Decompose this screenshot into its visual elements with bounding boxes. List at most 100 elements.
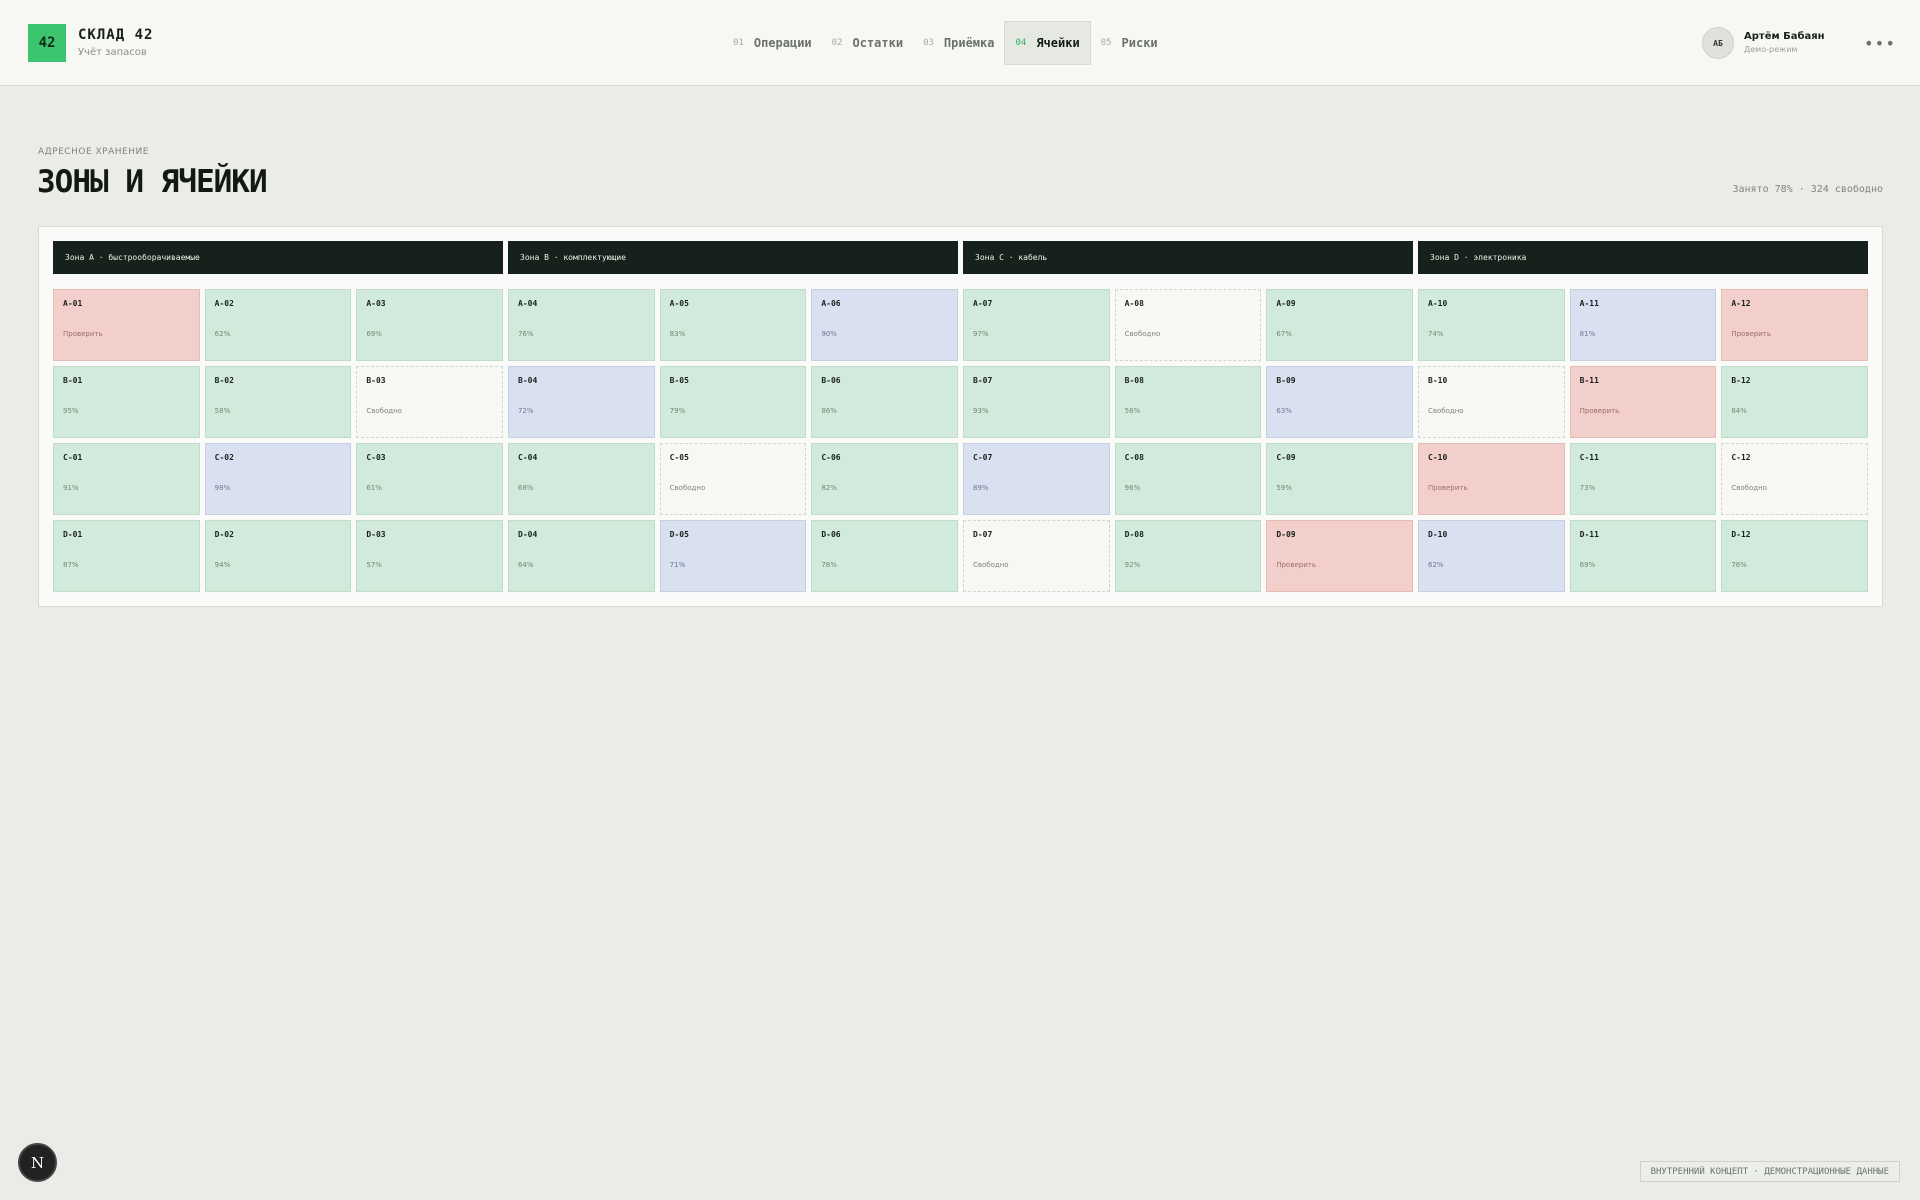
storage-cell[interactable]: C-06 82% — [811, 443, 958, 515]
cell-id: C-02 — [214, 453, 234, 462]
cell-id: A-02 — [214, 299, 234, 308]
storage-cell[interactable]: C-05 Свободно — [659, 443, 807, 515]
cell-fill-value: 64% — [518, 561, 534, 569]
storage-cell[interactable]: B-11 Проверить — [1569, 366, 1717, 438]
storage-cell[interactable]: A-05 83% — [659, 289, 807, 361]
storage-cell[interactable]: D-06 78% — [811, 520, 958, 592]
cell-id: B-10 — [1428, 376, 1448, 385]
storage-cell[interactable]: D-03 57% — [356, 520, 503, 592]
storage-cell[interactable]: A-09 67% — [1266, 289, 1413, 361]
storage-cell[interactable]: D-04 64% — [508, 520, 655, 592]
storage-cell[interactable]: A-01 Проверить — [53, 289, 200, 361]
cell-id: A-06 — [821, 299, 841, 308]
cell-id: D-02 — [214, 530, 234, 539]
avatar[interactable]: АБ — [1702, 27, 1734, 59]
cell-id: C-09 — [1276, 453, 1296, 462]
brand-subtitle: Учёт запасов — [78, 47, 147, 58]
nav-item-risks[interactable]: 05 Риски — [1091, 21, 1168, 65]
storage-cell[interactable]: D-02 94% — [204, 520, 352, 592]
cell-fill-value: 67% — [1276, 330, 1292, 338]
storage-cell[interactable]: A-06 90% — [811, 289, 958, 361]
cell-fill-value: 81% — [1579, 330, 1596, 338]
cell-id: C-10 — [1428, 453, 1448, 462]
cell-id: D-12 — [1731, 530, 1751, 539]
dev-tools-button[interactable]: N — [18, 1143, 57, 1182]
cell-fill-value: 68% — [518, 484, 534, 492]
storage-cell[interactable]: B-06 86% — [811, 366, 958, 438]
top-bar: 42 СКЛАД 42 Учёт запасов 01 Операции 02 … — [0, 0, 1920, 86]
cell-id: B-07 — [973, 376, 993, 385]
zone-header-b: Зона B · комплектующие — [508, 241, 958, 274]
storage-cell[interactable]: B-05 79% — [659, 366, 807, 438]
cell-fill-value: 59% — [1276, 484, 1292, 492]
nav-item-cells[interactable]: 04 Ячейки — [1004, 21, 1091, 65]
cell-id: B-02 — [214, 376, 234, 385]
storage-cell[interactable]: C-04 68% — [508, 443, 655, 515]
storage-cell[interactable]: A-12 Проверить — [1721, 289, 1868, 361]
storage-cell[interactable]: A-08 Свободно — [1114, 289, 1262, 361]
storage-cell[interactable]: C-09 59% — [1266, 443, 1413, 515]
storage-cell[interactable]: A-04 76% — [508, 289, 655, 361]
storage-cell[interactable]: D-11 69% — [1569, 520, 1717, 592]
cell-id: A-09 — [1276, 299, 1296, 308]
occupancy-summary: Занято 78% · 324 свободно — [1732, 184, 1883, 195]
storage-cell[interactable]: D-07 Свободно — [963, 520, 1110, 592]
main-nav: 01 Операции 02 Остатки 03 Приёмка 04 Яче… — [723, 21, 1168, 65]
storage-cell[interactable]: C-08 96% — [1114, 443, 1262, 515]
storage-cell[interactable]: C-10 Проверить — [1418, 443, 1565, 515]
cell-fill-value: 57% — [366, 561, 382, 569]
cell-id: D-03 — [366, 530, 386, 539]
logo[interactable]: 42 — [28, 24, 66, 62]
storage-cell[interactable]: D-08 92% — [1114, 520, 1262, 592]
storage-cell[interactable]: B-04 72% — [508, 366, 655, 438]
nav-item-receiving[interactable]: 03 Приёмка — [913, 21, 1004, 65]
nav-label: Операции — [753, 36, 812, 50]
storage-cell[interactable]: B-03 Свободно — [356, 366, 503, 438]
cell-fill-value: 62% — [1428, 561, 1444, 569]
storage-cell[interactable]: C-01 91% — [53, 443, 200, 515]
cell-fill-value: 69% — [366, 330, 382, 338]
storage-cell[interactable]: B-07 93% — [963, 366, 1110, 438]
storage-cell[interactable]: A-10 74% — [1418, 289, 1565, 361]
storage-cell[interactable]: C-11 73% — [1569, 443, 1717, 515]
storage-cell[interactable]: D-10 62% — [1418, 520, 1565, 592]
nav-number: 05 — [1100, 38, 1112, 48]
storage-cell[interactable]: A-02 62% — [204, 289, 352, 361]
storage-cell[interactable]: C-03 61% — [356, 443, 503, 515]
cell-fill-value: Свободно — [973, 561, 1009, 569]
cell-id: D-05 — [669, 530, 689, 539]
nav-number: 01 — [733, 38, 744, 48]
nav-item-operations[interactable]: 01 Операции — [723, 21, 822, 65]
cell-fill-value: Проверить — [63, 330, 103, 338]
storage-cell[interactable]: D-01 87% — [53, 520, 200, 592]
storage-cell[interactable]: D-12 76% — [1721, 520, 1868, 592]
brand-title: СКЛАД 42 — [78, 27, 154, 43]
nav-item-stock[interactable]: 02 Остатки — [822, 21, 913, 65]
cell-fill-value: 82% — [821, 484, 837, 492]
cell-fill-value: 91% — [63, 484, 79, 492]
user-name: Артём Бабаян — [1744, 31, 1825, 42]
page-eyebrow: АДРЕСНОЕ ХРАНЕНИЕ — [38, 147, 149, 157]
cell-fill-value: 76% — [518, 330, 534, 338]
storage-cell[interactable]: D-05 71% — [659, 520, 807, 592]
storage-cell[interactable]: B-12 84% — [1721, 366, 1868, 438]
storage-cell[interactable]: B-10 Свободно — [1418, 366, 1565, 438]
storage-cell[interactable]: D-09 Проверить — [1266, 520, 1413, 592]
storage-cell[interactable]: B-08 56% — [1114, 366, 1262, 438]
more-menu-button[interactable]: ••• — [1864, 33, 1895, 53]
storage-cell[interactable]: C-07 89% — [963, 443, 1110, 515]
cell-id: A-11 — [1579, 299, 1599, 308]
cell-id: B-11 — [1579, 376, 1599, 385]
storage-cell[interactable]: A-11 81% — [1569, 289, 1717, 361]
cell-fill-value: 79% — [669, 407, 686, 415]
storage-cell[interactable]: C-12 Свободно — [1721, 443, 1868, 515]
storage-cell[interactable]: B-09 63% — [1266, 366, 1413, 438]
storage-cell[interactable]: B-01 95% — [53, 366, 200, 438]
cell-fill-value: 89% — [973, 484, 989, 492]
storage-cell[interactable]: A-07 97% — [963, 289, 1110, 361]
storage-cell[interactable]: B-02 58% — [204, 366, 352, 438]
cell-grid: A-01 Проверить A-02 62% A-03 69% A-04 76% A-05 83… — [53, 289, 1868, 592]
cell-fill-value: 78% — [821, 561, 837, 569]
storage-cell[interactable]: A-03 69% — [356, 289, 503, 361]
storage-cell[interactable]: C-02 98% — [204, 443, 352, 515]
